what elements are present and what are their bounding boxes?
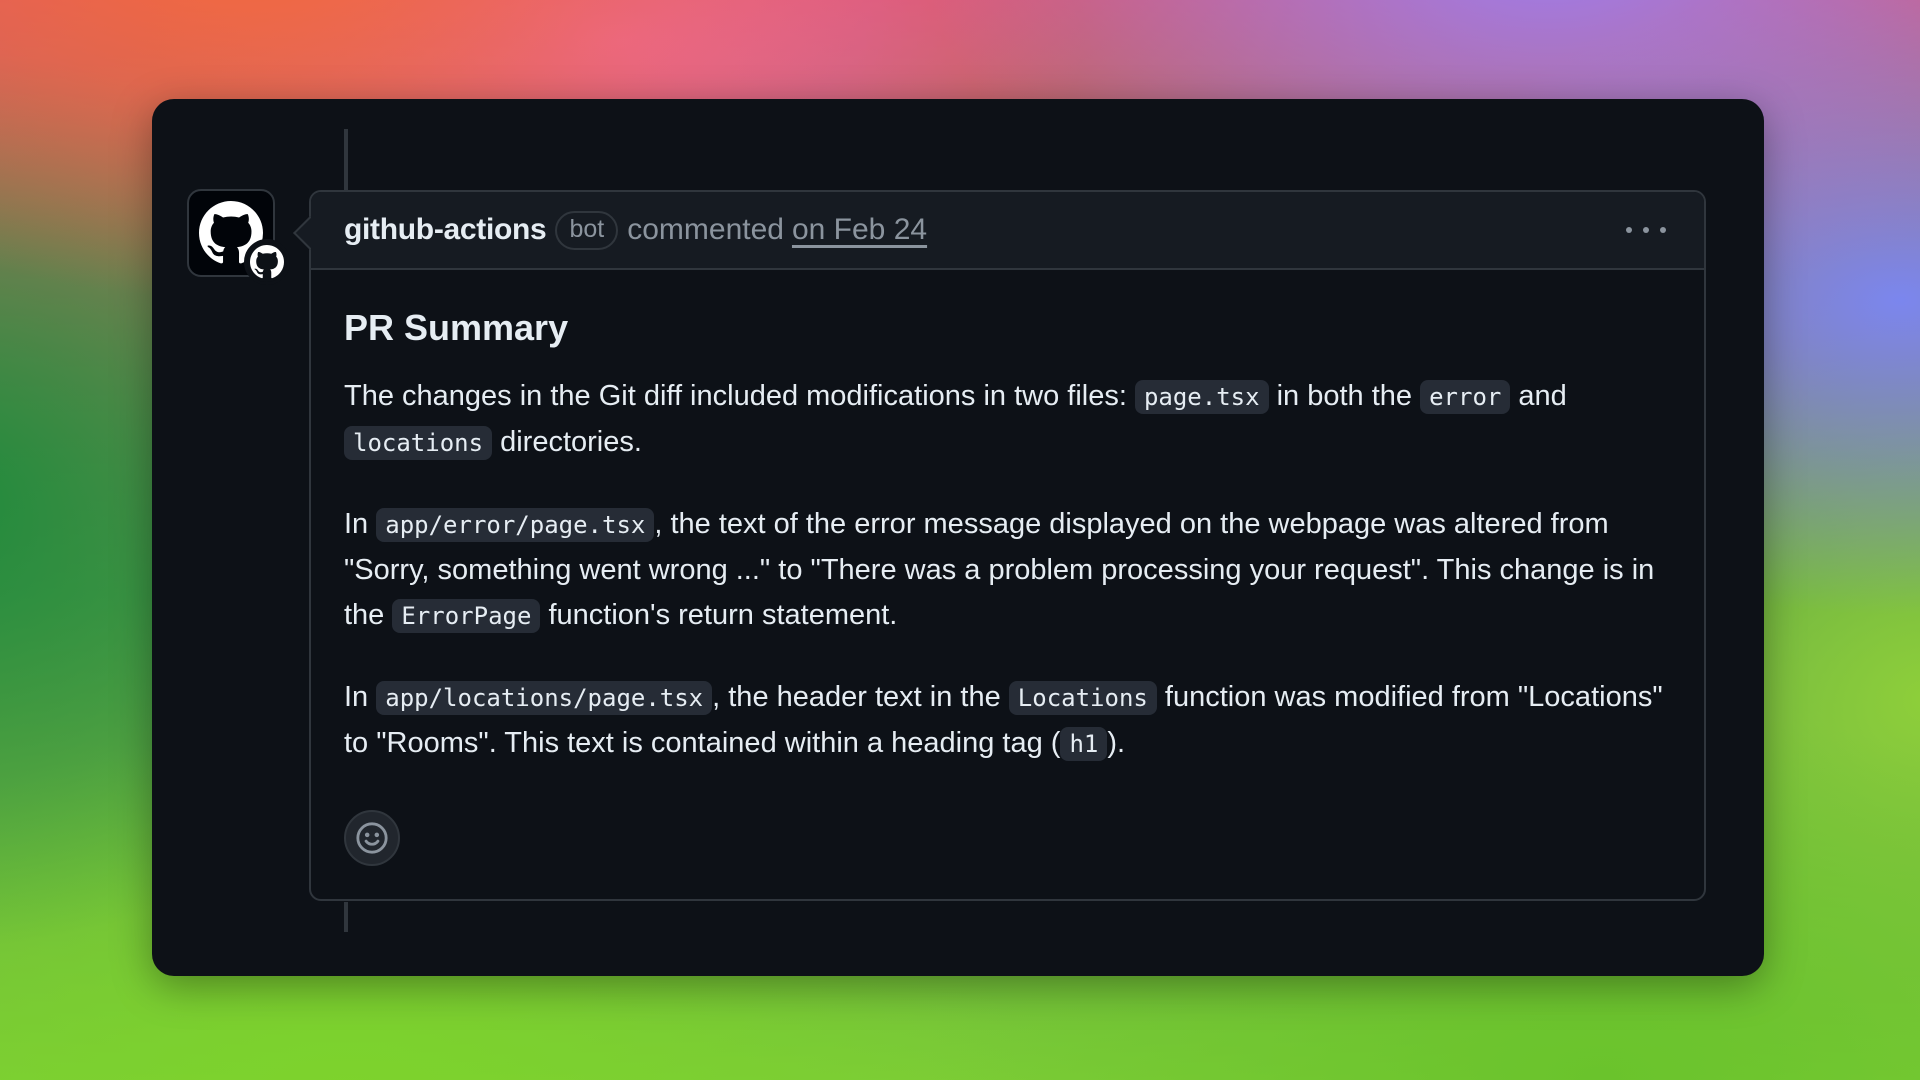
author-link[interactable]: github-actions xyxy=(344,213,547,247)
comment-header: github-actions bot commented on Feb 24 xyxy=(311,192,1704,270)
inline-code: app/locations/page.tsx xyxy=(376,681,713,715)
summary-paragraph-1: The changes in the Git diff included mod… xyxy=(344,374,1674,466)
inline-code: page.tsx xyxy=(1134,380,1269,414)
inline-code: Locations xyxy=(1008,681,1157,715)
text: ). xyxy=(1107,727,1126,759)
timeline-line-bottom xyxy=(344,902,348,932)
text: function's return statement. xyxy=(540,599,898,631)
inline-code: error xyxy=(1420,380,1511,414)
summary-paragraph-2: In app/error/page.tsx, the text of the e… xyxy=(344,502,1674,639)
text: directories. xyxy=(492,426,642,458)
text: , the header text in the xyxy=(712,681,1009,713)
text: and xyxy=(1510,380,1567,412)
smiley-icon xyxy=(356,822,388,854)
kebab-horizontal-icon[interactable] xyxy=(1626,212,1666,248)
bot-label: bot xyxy=(555,210,619,250)
inline-code: locations xyxy=(344,426,493,460)
pr-summary-heading: PR Summary xyxy=(344,307,569,348)
timeline-comment: github-actions bot commented on Feb 24 P… xyxy=(293,190,1706,901)
inline-code: ErrorPage xyxy=(392,599,541,633)
text: The changes in the Git diff included mod… xyxy=(344,380,1135,412)
inline-code: h1 xyxy=(1060,727,1108,761)
github-mark-icon xyxy=(250,245,284,279)
comment-body: PR Summary The changes in the Git diff i… xyxy=(344,306,1674,803)
summary-paragraph-3: In app/locations/page.tsx, the header te… xyxy=(344,675,1674,767)
text: In xyxy=(344,508,377,540)
add-reaction-button[interactable] xyxy=(344,810,400,866)
timeline-line-top xyxy=(344,129,348,191)
inline-code: app/error/page.tsx xyxy=(376,508,655,542)
app-badge xyxy=(244,239,290,285)
comment-action-text: commented xyxy=(627,213,784,246)
comment-card: github-actions bot commented on Feb 24 P… xyxy=(152,99,1764,976)
comment-date-link[interactable]: on Feb 24 xyxy=(792,213,927,247)
text: In xyxy=(344,681,377,713)
text: in both the xyxy=(1268,380,1421,412)
